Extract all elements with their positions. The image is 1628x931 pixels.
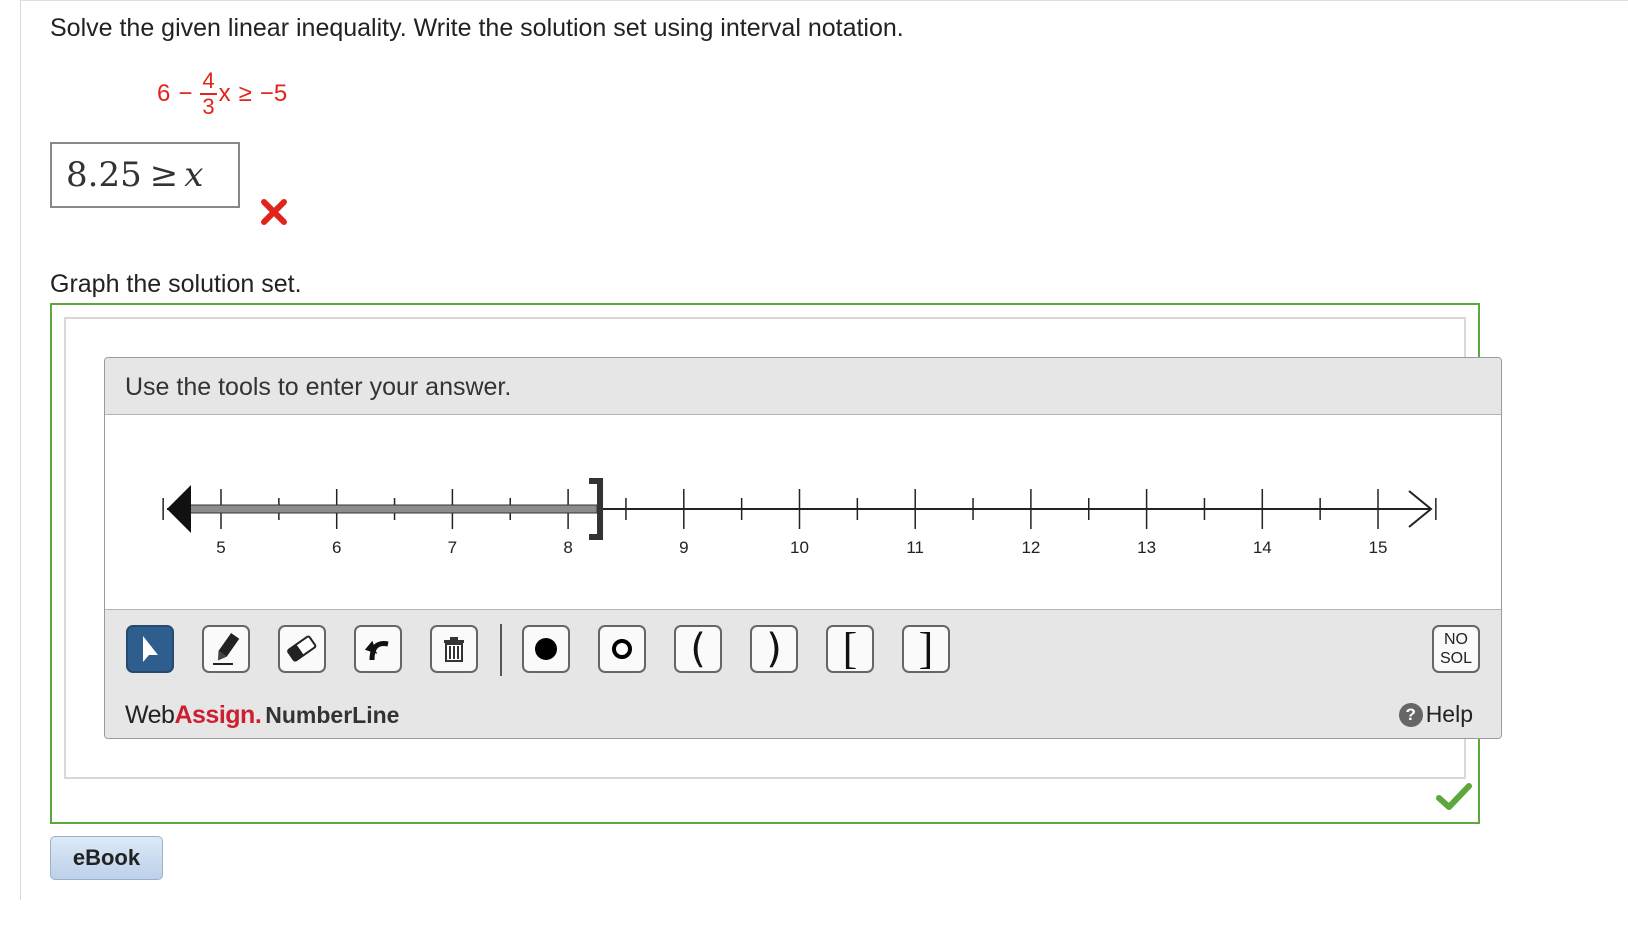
answer-variable: x xyxy=(184,155,204,195)
undo-tool-button[interactable] xyxy=(354,625,402,673)
widget-header-text: Use the tools to enter your answer. xyxy=(125,373,512,401)
undo-icon xyxy=(364,640,389,661)
answer-input[interactable]: 8.25 ≥ x xyxy=(50,142,240,208)
tick-label: 9 xyxy=(679,538,688,557)
open-circle-icon xyxy=(612,639,632,659)
tick-label: 5 xyxy=(216,538,225,557)
tick-label: 8 xyxy=(563,538,572,557)
brand-web: Web xyxy=(125,701,175,729)
solution-ray xyxy=(178,504,598,514)
tick-label: 7 xyxy=(448,538,457,557)
number-line[interactable]: 5 6 7 8 9 10 11 12 13 14 15 xyxy=(105,415,1502,608)
no-solution-button[interactable]: NO SOL xyxy=(1432,625,1480,673)
left-bracket-tool-button[interactable]: [ xyxy=(826,625,874,673)
eraser-tool-button[interactable] xyxy=(278,625,326,673)
tick-label: 12 xyxy=(1021,538,1040,557)
left-paren-tool-button[interactable]: ( xyxy=(674,625,722,673)
left-paren-glyph: ( xyxy=(690,626,706,672)
incorrect-x-icon xyxy=(261,199,287,225)
eraser-icon xyxy=(287,635,317,662)
tick-label: 11 xyxy=(906,538,924,557)
numberline-widget: Use the tools to enter your answer. 5 6 7 8… xyxy=(104,357,1502,739)
webassign-logo: WebAssign. NumberLine xyxy=(125,701,399,730)
pointer-tool-button[interactable] xyxy=(126,625,174,673)
inequality-fraction: 4 3 xyxy=(200,68,217,119)
pencil-tool-button[interactable] xyxy=(202,625,250,673)
tick-label: 6 xyxy=(332,538,341,557)
closed-dot-tool-button[interactable] xyxy=(522,625,570,673)
help-link[interactable]: ? Help xyxy=(1398,701,1473,728)
fraction-numerator: 4 xyxy=(200,68,217,95)
right-paren-tool-button[interactable]: ) xyxy=(750,625,798,673)
tick-label: 10 xyxy=(790,538,809,557)
solution-left-arrowhead xyxy=(167,485,191,533)
inequality-expression: 6 − 4 3 x ≥ −5 xyxy=(157,64,287,124)
filled-circle-icon xyxy=(535,638,557,660)
graph-instruction: Graph the solution set. xyxy=(50,270,302,298)
inequality-relation: ≥ xyxy=(238,80,252,107)
cursor-arrow-icon xyxy=(143,636,158,662)
trash-tool-button[interactable] xyxy=(430,625,478,673)
open-dot-tool-button[interactable] xyxy=(598,625,646,673)
no-solution-line2: SOL xyxy=(1439,650,1472,667)
widget-footer: WebAssign. NumberLine ? Help xyxy=(105,689,1501,738)
top-border xyxy=(20,0,1628,1)
no-solution-line1: NO xyxy=(1444,630,1468,648)
help-label: Help xyxy=(1425,701,1473,727)
toolbar-separator xyxy=(500,624,502,676)
answer-value: 8.25 xyxy=(66,155,142,195)
tick-label: 13 xyxy=(1137,538,1156,557)
tick-label: 15 xyxy=(1369,538,1388,557)
right-paren-glyph: ) xyxy=(766,626,782,672)
ebook-button[interactable]: eBook xyxy=(50,836,163,880)
left-bracket-glyph: [ xyxy=(842,624,858,673)
inequality-minus: − xyxy=(178,80,193,107)
numberline-canvas[interactable]: 5 6 7 8 9 10 11 12 13 14 15 xyxy=(105,415,1501,608)
question-instruction: Solve the given linear inequality. Write… xyxy=(50,14,904,42)
inequality-variable: x xyxy=(218,80,231,107)
fraction-denominator: 3 xyxy=(202,94,215,119)
right-bracket-glyph: ] xyxy=(918,624,934,673)
help-icon: ? xyxy=(1398,702,1423,727)
inequality-right-side: −5 xyxy=(259,80,288,107)
brand-assign: Assign xyxy=(174,701,255,729)
correct-check-icon xyxy=(1436,783,1472,810)
brand-dot: . xyxy=(254,701,262,729)
tick-label: 14 xyxy=(1253,538,1272,557)
pencil-icon xyxy=(213,633,240,665)
brand-product: NumberLine xyxy=(265,702,400,728)
right-bracket-tool-button[interactable]: ] xyxy=(902,625,950,673)
widget-header: Use the tools to enter your answer. xyxy=(105,358,1501,415)
inequality-constant: 6 xyxy=(157,80,171,107)
trash-icon xyxy=(444,637,464,662)
toolbar: ( ) [ ] NO SOL xyxy=(105,609,1501,690)
left-border xyxy=(20,0,21,900)
answer-relation: ≥ xyxy=(149,155,179,195)
